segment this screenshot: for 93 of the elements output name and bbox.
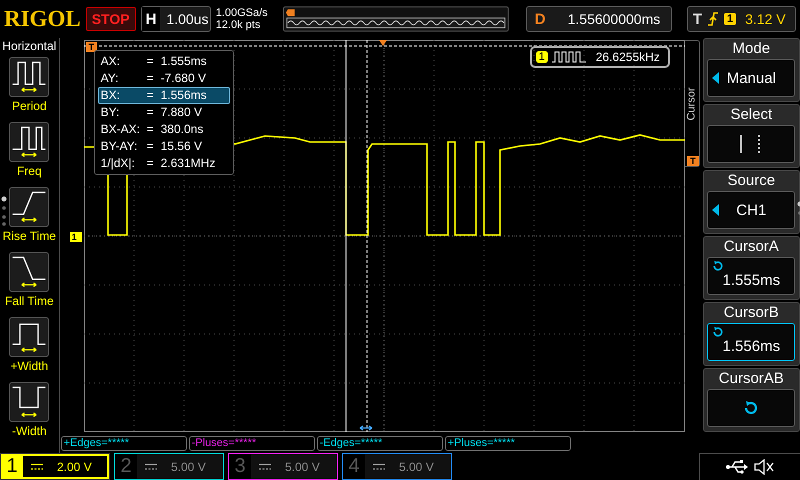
- delay-label: D: [534, 10, 547, 28]
- softkey-label: Select: [730, 105, 772, 125]
- softkey-value: Manual: [726, 70, 776, 86]
- speaker-muted-icon: [754, 459, 774, 475]
- softkey-value-box[interactable]: CH1: [707, 191, 796, 229]
- measurement-readout: -Edges=*****: [316, 436, 443, 451]
- readout-row-text: BY: = 7.880 V: [100, 104, 203, 121]
- dc-coupling-icon: [145, 462, 157, 470]
- measure-icon[interactable]: [9, 57, 50, 97]
- page-indicator-icon: [1, 196, 7, 226]
- measure-label[interactable]: -Width: [12, 424, 47, 438]
- softkey-panel[interactable]: Source CH1: [702, 170, 800, 234]
- delay-marker-icon: [378, 40, 387, 46]
- softkey-panel[interactable]: CursorAB: [702, 368, 800, 432]
- dc-coupling-icon: [259, 462, 271, 470]
- channel-tab[interactable]: 2 5.00 V: [114, 453, 224, 480]
- softkey-label: Source: [728, 171, 776, 191]
- readout-row-text: 1/|dX|: = 2.631MHz: [100, 155, 216, 172]
- channel-tab[interactable]: 1 2.00 V: [0, 453, 110, 480]
- readout-row-text: AY: = -7.680 V: [100, 70, 207, 87]
- measurement-readout: -Pluses=*****: [188, 436, 315, 451]
- cursor-line[interactable]: [345, 40, 346, 432]
- measure-label[interactable]: Freq: [16, 164, 42, 178]
- measure-label[interactable]: Period: [12, 99, 47, 113]
- trigger-position-marker: T: [86, 42, 98, 52]
- softkey-label: CursorA: [724, 237, 779, 257]
- cursor-pair-icon: [359, 425, 372, 431]
- measure-icon[interactable]: [9, 252, 50, 292]
- softkey-value: 1.555ms: [722, 272, 780, 288]
- trigger-label: T: [692, 10, 702, 28]
- brand-logo: RIGOL: [4, 6, 81, 32]
- rising-edge-icon: [706, 12, 719, 26]
- measure-label[interactable]: +Width: [10, 359, 48, 373]
- dc-coupling-icon: [373, 462, 385, 470]
- softkey-panel[interactable]: CursorA 1.555ms: [702, 236, 800, 300]
- measure-icon[interactable]: [9, 187, 50, 227]
- measurement-readout: +Edges=*****: [60, 436, 187, 451]
- measure-icon[interactable]: [9, 122, 50, 162]
- menu-title: Horizontal: [2, 39, 56, 53]
- trigger-level-marker: T: [687, 156, 699, 166]
- softkey-value: CH1: [736, 202, 766, 218]
- channel-number: 1: [5, 455, 19, 478]
- sample-rate: 1.00GSa/s: [216, 7, 269, 19]
- softkey-label: CursorB: [724, 303, 779, 323]
- softkey-panel[interactable]: Select: [702, 104, 800, 168]
- usb-icon: [726, 460, 748, 474]
- left-arrow-icon: [712, 72, 720, 84]
- softkey-value: 1.556ms: [722, 338, 780, 354]
- readout-row: BX: = 1.556ms: [98, 87, 230, 104]
- softkey-value-box[interactable]: Manual: [707, 59, 796, 97]
- cursor-line[interactable]: [366, 40, 368, 432]
- channel-scale: 5.00 V: [171, 460, 206, 474]
- softkey-label: Mode: [732, 39, 770, 59]
- channel-scale: 5.00 V: [399, 460, 434, 474]
- measure-icon[interactable]: [9, 382, 50, 422]
- channel-tab[interactable]: 3 5.00 V: [228, 453, 338, 480]
- readout-row-text: AX: = 1.555ms: [100, 53, 208, 70]
- readout-row-text: BY-AY: = 15.56 V: [100, 138, 203, 155]
- measure-icon[interactable]: [9, 317, 50, 357]
- softkey-value-box[interactable]: [707, 389, 796, 427]
- softkey-panel[interactable]: Mode Manual: [702, 38, 800, 102]
- measure-label[interactable]: Fall Time: [4, 294, 54, 308]
- left-arrow-icon: [712, 204, 720, 216]
- softkey-panel[interactable]: CursorB 1.556ms: [702, 302, 800, 366]
- measure-label[interactable]: Rise Time: [2, 229, 56, 243]
- channel-marker: 1: [70, 232, 82, 242]
- trigger-level: 3.12 V: [745, 11, 786, 27]
- memory-depth: 12.0k pts: [216, 19, 262, 31]
- channel-number: 2: [119, 455, 133, 478]
- timebase-label: H: [142, 7, 160, 31]
- menu-tab-label: Cursor: [686, 87, 698, 120]
- measurement-readout: +Pluses=*****: [444, 436, 571, 451]
- channel-number: 3: [233, 455, 247, 478]
- channel-badge: 1: [536, 51, 548, 63]
- timebase-value: 1.00us: [165, 11, 208, 27]
- pulse-train-icon: [552, 51, 586, 63]
- softkey-value-box[interactable]: [707, 125, 796, 163]
- rotate-knob-icon: [712, 260, 724, 272]
- rotate-knob-icon: [743, 400, 760, 416]
- channel-scale: 5.00 V: [285, 460, 320, 474]
- run-state-badge: STOP: [86, 7, 136, 31]
- readout-row-text: BX-AX: = 380.0ns: [100, 121, 204, 138]
- frequency-value: 26.6255kHz: [596, 50, 660, 64]
- channel-scale: 2.00 V: [57, 460, 92, 474]
- softkey-value-box[interactable]: 1.556ms: [707, 323, 796, 361]
- delay-value: 1.55600000ms: [566, 11, 660, 27]
- channel-tab[interactable]: 4 5.00 V: [342, 453, 452, 480]
- dc-coupling-icon: [31, 462, 43, 470]
- softkey-label: CursorAB: [718, 369, 784, 389]
- softkey-value-box[interactable]: 1.555ms: [707, 257, 796, 295]
- trigger-channel-badge: 1: [724, 13, 736, 25]
- rotate-knob-icon: [712, 326, 724, 338]
- channel-number: 4: [347, 455, 361, 478]
